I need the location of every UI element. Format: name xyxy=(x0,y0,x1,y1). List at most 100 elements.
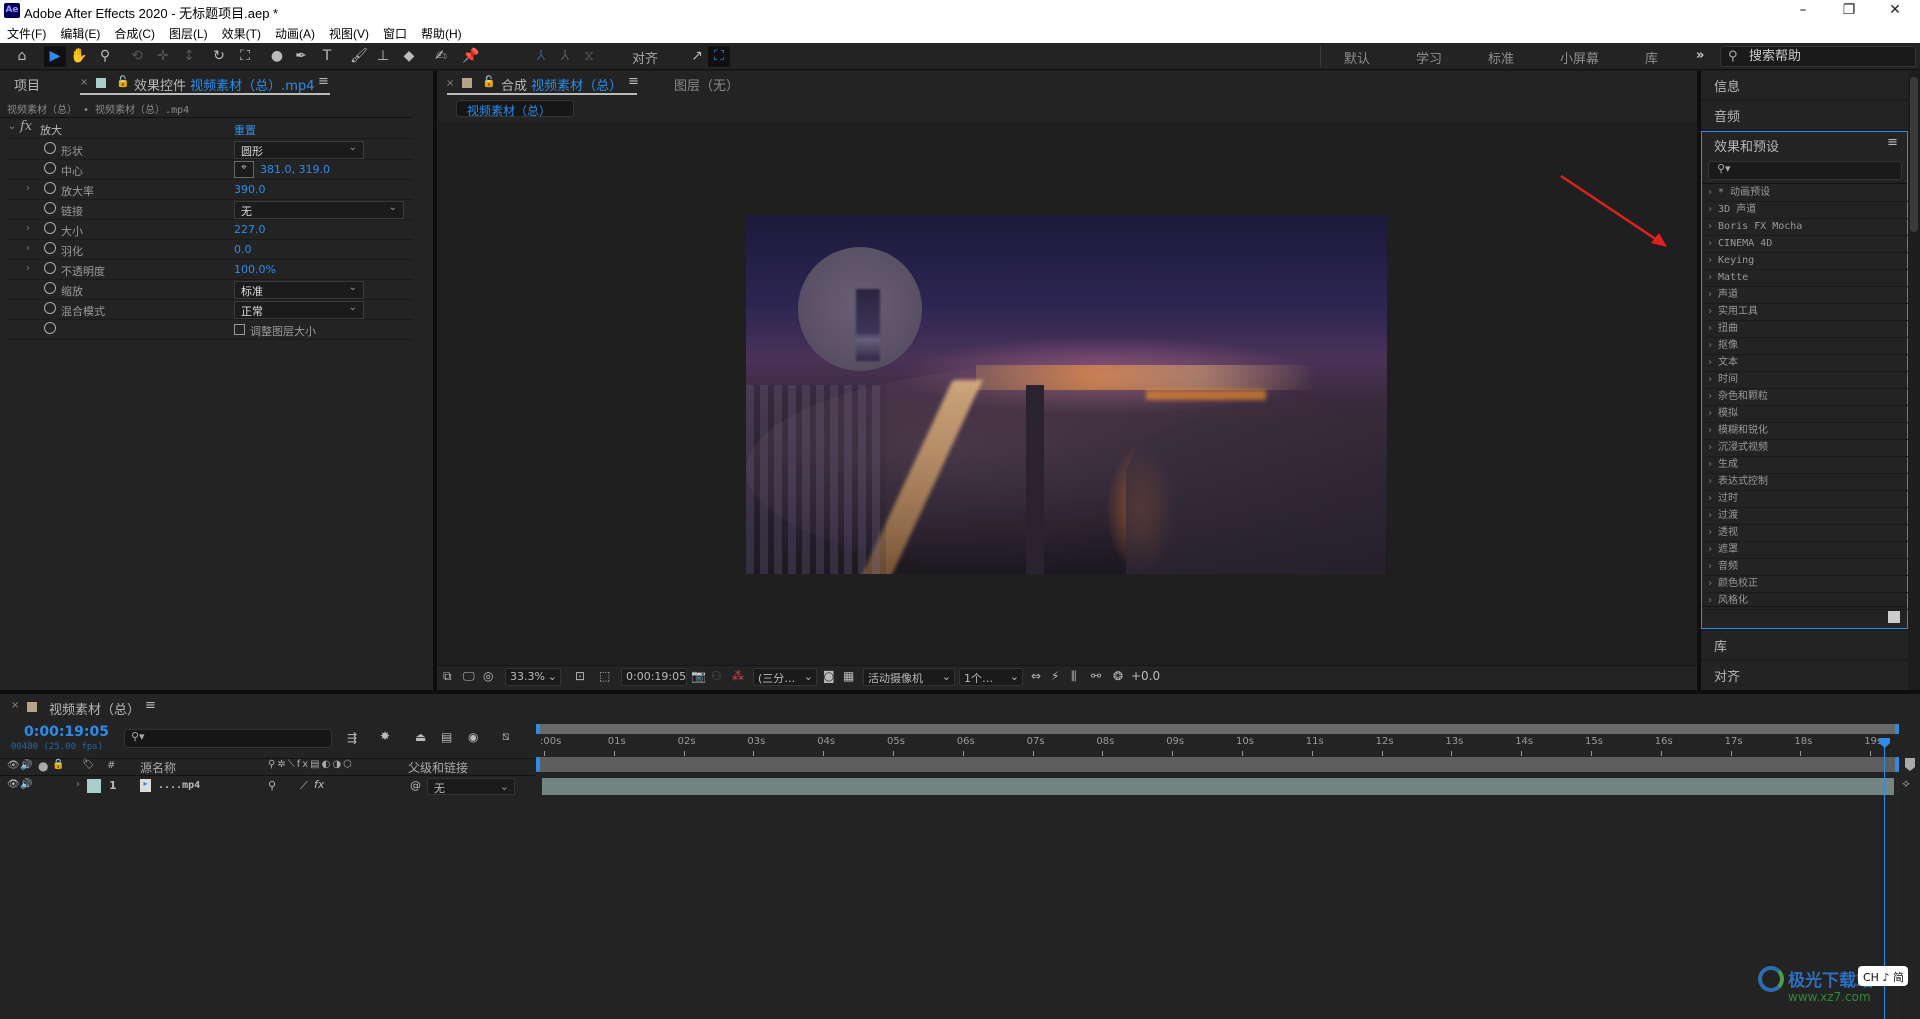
close-comp-tab-icon[interactable]: × xyxy=(446,78,454,89)
close-timeline-icon[interactable]: × xyxy=(11,700,19,711)
chevron-right-icon[interactable]: › xyxy=(1707,340,1713,351)
ellipse-tool-icon[interactable]: ● xyxy=(266,46,288,67)
speaker-icon[interactable]: 🔊 xyxy=(20,779,32,790)
chevron-right-icon[interactable]: › xyxy=(1707,221,1713,232)
menu-edit[interactable]: 编辑(E) xyxy=(53,22,107,42)
menu-file[interactable]: 文件(F) xyxy=(0,22,53,42)
crosshair-icon[interactable]: ⌖ xyxy=(234,161,254,178)
channel-icon[interactable]: ⁂ xyxy=(732,669,744,683)
pen-tool-icon[interactable]: ✒ xyxy=(290,46,312,67)
anchor-tool-icon[interactable]: ⛶ xyxy=(234,46,256,67)
effects-category-item[interactable]: › 遮罩 xyxy=(1703,542,1908,559)
mask-visibility-icon[interactable]: ◎ xyxy=(483,669,493,683)
library-panel-title[interactable]: 库 xyxy=(1714,636,1727,655)
pickwhip-icon[interactable]: @ xyxy=(410,779,421,792)
effects-category-item[interactable]: › 模糊和锐化 xyxy=(1703,423,1908,440)
audio-panel-title[interactable]: 音频 xyxy=(1714,106,1740,125)
eye-icon[interactable]: 👁 xyxy=(7,779,20,790)
stopwatch-icon[interactable] xyxy=(44,162,56,174)
transparency-grid-icon[interactable]: ⬚ xyxy=(599,669,610,683)
right-panel-scrollbar[interactable] xyxy=(1908,71,1920,690)
show-snapshot-icon[interactable]: ⚇ xyxy=(711,669,722,683)
effects-category-item[interactable]: › * 动画预设 xyxy=(1703,185,1908,202)
more-workspaces-icon[interactable]: » xyxy=(1696,48,1704,63)
snapshot-icon[interactable]: 📷 xyxy=(691,669,706,683)
lock-column-icon[interactable]: 🔒 xyxy=(52,759,64,770)
world-axis-icon[interactable]: ⅄ xyxy=(554,46,576,67)
new-folder-icon[interactable] xyxy=(1888,611,1900,623)
effect-property-row[interactable]: 中心 ⌖ 381.0, 319.0 xyxy=(8,160,413,180)
chevron-right-icon[interactable]: › xyxy=(1707,493,1713,504)
orbit-camera-icon[interactable]: ⟲ xyxy=(126,46,148,67)
exposure-value[interactable]: +0.0 xyxy=(1131,669,1160,683)
expand-chevron-icon[interactable]: › xyxy=(26,263,30,274)
workspace-small-screen[interactable]: 小屏幕 xyxy=(1560,48,1599,67)
puppet-pin-icon[interactable]: 📌 xyxy=(460,46,482,67)
menu-layer[interactable]: 图层(L) xyxy=(162,22,215,42)
effects-search-input[interactable]: ⚲▾ xyxy=(1708,161,1902,180)
always-preview-icon[interactable]: ⧉ xyxy=(443,669,452,684)
effects-category-item[interactable]: › 模拟 xyxy=(1703,406,1908,423)
effects-category-item[interactable]: › 沉浸式视频 xyxy=(1703,440,1908,457)
layer-duration-bar[interactable] xyxy=(542,778,1894,795)
stopwatch-icon[interactable] xyxy=(44,142,56,154)
source-name-column[interactable]: 源名称 xyxy=(140,759,176,776)
tab-composition[interactable]: 合成 视频素材（总） xyxy=(501,75,622,94)
chevron-right-icon[interactable]: › xyxy=(1707,425,1713,436)
fast-draft-icon[interactable]: ⚡ xyxy=(1051,669,1059,683)
effects-category-item[interactable]: › 实用工具 xyxy=(1703,304,1908,321)
menu-window[interactable]: 窗口 xyxy=(376,22,414,42)
video-toggle-icon[interactable]: 👁 xyxy=(7,760,20,771)
property-value[interactable]: 390.0 xyxy=(234,183,266,196)
composition-mini-flowchart-icon[interactable]: ⇶ xyxy=(347,731,357,745)
tab-effect-controls[interactable]: 效果控件 视频素材（总）.mp4 xyxy=(134,75,314,94)
comp-nav-breadcrumb[interactable]: 视频素材（总） xyxy=(456,100,574,118)
eraser-tool-icon[interactable]: ◆ xyxy=(398,46,420,67)
effects-category-item[interactable]: › 文本 xyxy=(1703,355,1908,372)
chevron-right-icon[interactable]: › xyxy=(1707,527,1713,538)
zoom-level-dropdown[interactable]: 33.3% ⌄ xyxy=(505,668,561,686)
effects-category-item[interactable]: › CINEMA 4D xyxy=(1703,236,1908,253)
workspace-standard[interactable]: 标准 xyxy=(1488,48,1514,67)
effect-property-row[interactable]: 形状 圆形 ⌄ xyxy=(8,140,413,160)
ime-indicator[interactable]: CH ♪ 简 xyxy=(1858,966,1908,986)
effect-property-row[interactable]: 混合模式 正常 ⌄ xyxy=(8,300,413,320)
effects-category-item[interactable]: › 抠像 xyxy=(1703,338,1908,355)
menu-view[interactable]: 视图(V) xyxy=(322,22,376,42)
chevron-right-icon[interactable]: › xyxy=(1707,510,1713,521)
home-icon[interactable]: ⌂ xyxy=(11,46,33,67)
effects-category-item[interactable]: › 生成 xyxy=(1703,457,1908,474)
effect-property-row[interactable]: › 羽化 0.0 xyxy=(8,240,413,260)
collapse-chevron-icon[interactable]: ⌄ xyxy=(8,121,16,132)
effects-category-item[interactable]: › 扭曲 xyxy=(1703,321,1908,338)
effects-category-item[interactable]: › 透视 xyxy=(1703,525,1908,542)
timeline-icon[interactable]: ⫼ xyxy=(1071,669,1077,684)
stopwatch-icon[interactable] xyxy=(44,202,56,214)
effects-category-item[interactable]: › Keying xyxy=(1703,253,1908,270)
solo-icon[interactable]: ● xyxy=(38,759,48,773)
draft-3d-icon[interactable]: ✸ xyxy=(380,729,390,743)
mask-feather-icon[interactable]: ⛶ xyxy=(708,46,730,67)
quality-switch-icon[interactable]: ⟋ xyxy=(300,779,308,793)
lock-icon[interactable]: 🔓 xyxy=(116,75,130,88)
chevron-right-icon[interactable]: › xyxy=(1707,238,1713,249)
shy-switch-icon[interactable]: ⚲ xyxy=(268,779,276,792)
expand-layer-icon[interactable]: › xyxy=(76,779,80,790)
effects-category-item[interactable]: › 3D 声道 xyxy=(1703,202,1908,219)
parent-dropdown[interactable]: 无 ⌄ xyxy=(427,778,515,795)
close-button[interactable]: ✕ xyxy=(1872,0,1918,22)
property-dropdown[interactable]: 无 ⌄ xyxy=(234,201,404,219)
stopwatch-icon[interactable] xyxy=(44,222,56,234)
comp-panel-menu-icon[interactable]: ≡ xyxy=(628,74,639,89)
effects-category-item[interactable]: › 时间 xyxy=(1703,372,1908,389)
stopwatch-icon[interactable] xyxy=(44,262,56,274)
workspace-learn[interactable]: 学习 xyxy=(1416,48,1442,67)
expand-chevron-icon[interactable]: › xyxy=(26,183,30,194)
chevron-right-icon[interactable]: › xyxy=(1707,306,1713,317)
toggle-transparency-icon[interactable]: ▦ xyxy=(843,669,854,683)
effects-category-item[interactable]: › 音频 xyxy=(1703,559,1908,576)
chevron-right-icon[interactable]: › xyxy=(1707,595,1713,606)
effects-category-item[interactable]: › 声道 xyxy=(1703,287,1908,304)
hand-tool-icon[interactable]: ✋ xyxy=(68,46,90,67)
effect-property-row[interactable]: 缩放 标准 ⌄ xyxy=(8,280,413,300)
